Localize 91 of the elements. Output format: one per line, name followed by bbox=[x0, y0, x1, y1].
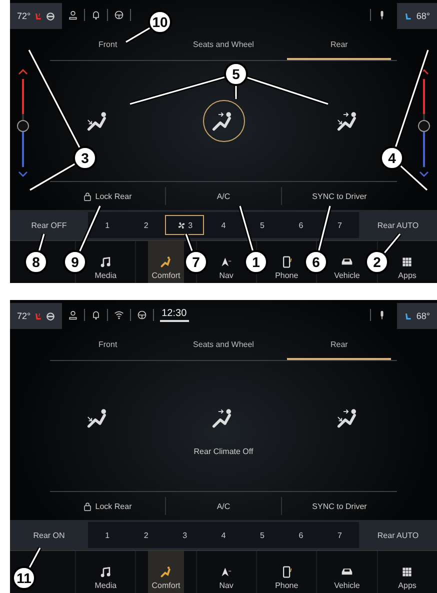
leader-line bbox=[27, 547, 42, 570]
heated-wheel-icon bbox=[46, 312, 55, 320]
music-note-icon bbox=[100, 256, 112, 268]
profile-icon[interactable] bbox=[68, 10, 78, 20]
nav-bar-item[interactable]: Vehicle bbox=[328, 551, 365, 593]
nav-bar-item[interactable]: Nav bbox=[208, 551, 244, 593]
slider-thumb[interactable] bbox=[17, 120, 29, 132]
music-note-icon bbox=[100, 566, 112, 578]
fan-speed-button[interactable]: 4 bbox=[204, 215, 243, 235]
fan-speed-button[interactable]: 4 bbox=[204, 525, 243, 545]
fan-speed-button[interactable]: 1 bbox=[88, 215, 127, 235]
tab[interactable]: Rear bbox=[287, 330, 392, 360]
driver-temperature-button[interactable]: 72° bbox=[10, 3, 62, 29]
lock-icon bbox=[83, 192, 92, 200]
nav-bar-item[interactable]: Media bbox=[88, 551, 124, 593]
nav-bar-item[interactable]: Phone bbox=[268, 241, 305, 283]
leader-line bbox=[78, 205, 102, 253]
rear-auto-button[interactable]: Rear AUTO bbox=[359, 210, 437, 240]
fan-speed-button[interactable]: 7 bbox=[320, 215, 360, 235]
steering-wheel-icon[interactable] bbox=[136, 310, 147, 320]
tab[interactable]: Seats and Wheel bbox=[172, 30, 276, 60]
heated-wheel-icon bbox=[46, 12, 55, 20]
nav-bar-item[interactable]: Comfort bbox=[148, 551, 184, 593]
fan-speed-button[interactable]: 6 bbox=[282, 525, 320, 545]
option-button[interactable]: SYNC to Driver bbox=[281, 187, 397, 205]
nav-bar-item[interactable]: Nav bbox=[208, 241, 244, 283]
fan-icon bbox=[177, 220, 186, 230]
seat-icon bbox=[404, 312, 414, 320]
leader-line bbox=[29, 162, 76, 192]
fan-speed-button[interactable]: 5 bbox=[242, 215, 282, 235]
wifi-icon[interactable] bbox=[114, 310, 124, 320]
tab[interactable]: Rear bbox=[287, 30, 392, 60]
tab[interactable]: Front bbox=[56, 330, 160, 360]
leader-line bbox=[184, 233, 194, 252]
bell-icon[interactable] bbox=[90, 310, 101, 320]
nav-bar-item[interactable]: Phone bbox=[268, 551, 305, 593]
passenger-temperature-button[interactable]: 68° bbox=[397, 303, 437, 329]
leader-line bbox=[316, 206, 332, 252]
phone-icon bbox=[280, 256, 293, 268]
temperature-down-icon[interactable] bbox=[419, 171, 429, 177]
phone-icon bbox=[280, 566, 293, 578]
status-message: Rear Climate Off bbox=[194, 446, 254, 456]
fan-speed-button[interactable]: 6 bbox=[282, 215, 320, 235]
apps-grid-icon bbox=[401, 566, 414, 578]
fan-speed-button[interactable]: 3 bbox=[165, 215, 204, 235]
nav-bar-item[interactable]: Apps bbox=[389, 551, 426, 593]
fan-speed-button[interactable]: 7 bbox=[320, 525, 360, 545]
fan-speed-button[interactable]: 2 bbox=[126, 525, 166, 545]
temperature-down-icon[interactable] bbox=[18, 171, 28, 177]
heated-seat-icon bbox=[34, 312, 43, 320]
temperature-slider[interactable] bbox=[418, 79, 430, 167]
leader-line bbox=[124, 26, 152, 44]
heated-seat-icon bbox=[34, 12, 43, 20]
temperature-slider[interactable] bbox=[17, 79, 29, 167]
vent-mode-button[interactable] bbox=[202, 100, 244, 142]
driver-temperature-button[interactable]: 72° bbox=[10, 303, 62, 329]
option-button[interactable]: Lock Rear bbox=[50, 497, 165, 515]
steering-wheel-icon[interactable] bbox=[114, 10, 124, 20]
apps-grid-icon bbox=[401, 256, 414, 268]
seat-icon bbox=[404, 12, 414, 20]
seat-icon bbox=[160, 256, 172, 268]
leader-line bbox=[398, 164, 428, 192]
leader-line bbox=[382, 232, 402, 255]
option-button[interactable]: A/C bbox=[165, 187, 281, 205]
rear-power-button[interactable]: Rear OFF bbox=[10, 210, 88, 240]
navigation-arrow-icon bbox=[220, 566, 232, 578]
lock-icon bbox=[83, 502, 92, 510]
profile-icon[interactable] bbox=[68, 310, 78, 320]
rear-power-button[interactable]: Rear ON bbox=[10, 520, 88, 550]
fan-speed-button[interactable]: 1 bbox=[88, 525, 127, 545]
rear-auto-button[interactable]: Rear AUTO bbox=[359, 520, 437, 550]
leader-line bbox=[238, 205, 255, 252]
option-button[interactable]: A/C bbox=[165, 497, 281, 515]
option-button[interactable]: SYNC to Driver bbox=[281, 497, 397, 515]
seat-icon bbox=[160, 566, 172, 578]
nav-bar-item[interactable]: Apps bbox=[389, 241, 426, 283]
leader-line bbox=[234, 85, 238, 99]
clock: 12:30 bbox=[160, 308, 189, 322]
fan-speed-button[interactable]: 5 bbox=[242, 525, 282, 545]
navigation-arrow-icon bbox=[220, 256, 232, 268]
passenger-temperature-button[interactable]: 68° bbox=[397, 3, 437, 29]
nav-bar-item[interactable]: Comfort bbox=[148, 241, 184, 283]
slider-thumb[interactable] bbox=[418, 120, 430, 132]
nav-bar-item[interactable]: Vehicle bbox=[328, 241, 365, 283]
fan-speed-button[interactable]: 2 bbox=[126, 215, 166, 235]
tab[interactable]: Seats and Wheel bbox=[172, 330, 276, 360]
leader-line bbox=[37, 233, 46, 252]
nav-bar-item[interactable]: Media bbox=[88, 241, 124, 283]
option-button[interactable]: Lock Rear bbox=[50, 187, 165, 205]
bell-icon[interactable] bbox=[90, 10, 101, 20]
fan-speed-button[interactable]: 3 bbox=[165, 525, 204, 545]
